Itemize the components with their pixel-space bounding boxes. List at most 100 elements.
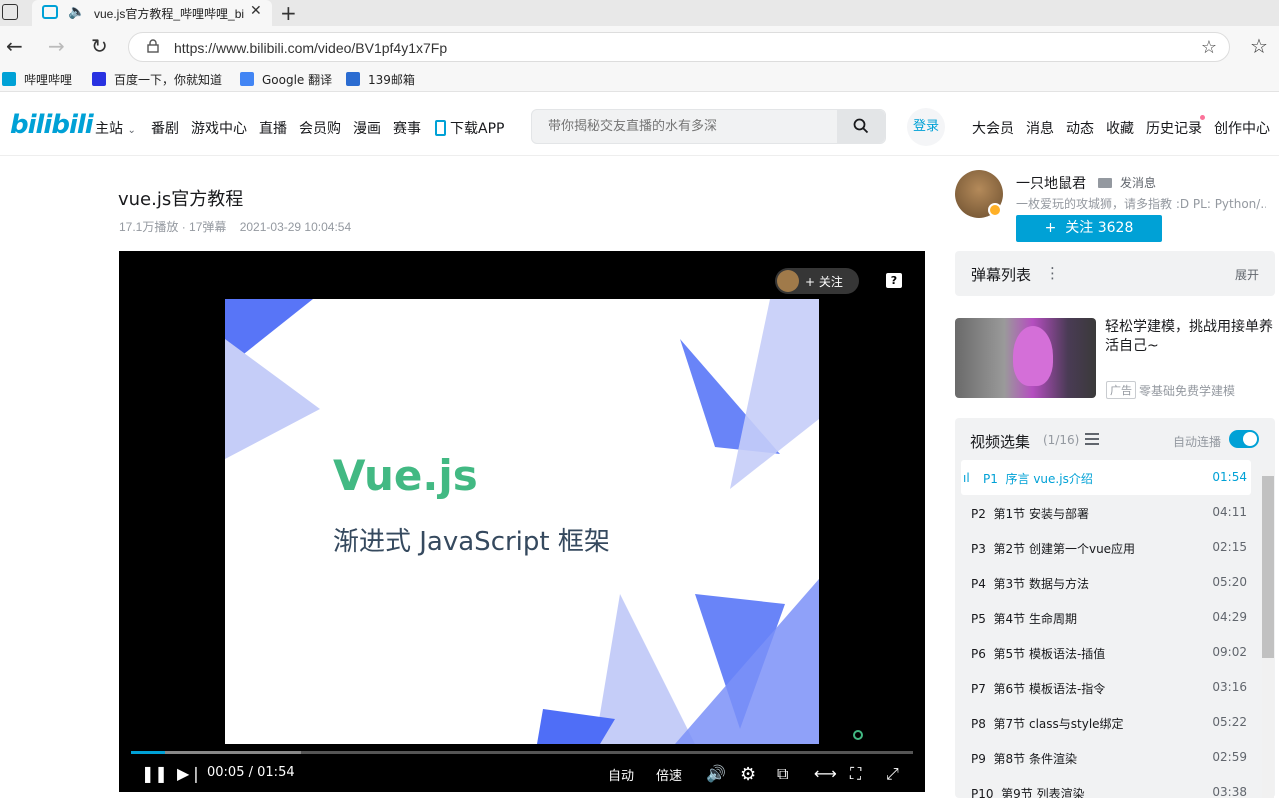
episode-label: P4 第3节 数据与方法 — [971, 577, 1089, 591]
ad-thumbnail[interactable] — [955, 318, 1096, 398]
video-title: vue.js官方教程 — [118, 189, 244, 210]
episode-item[interactable]: P4 第3节 数据与方法 05:20 — [961, 565, 1251, 600]
bookmark-bilibili[interactable]: 哔哩哔哩 — [2, 71, 72, 88]
new-tab-icon[interactable]: + — [280, 1, 297, 25]
episode-scrollbar-thumb[interactable] — [1262, 476, 1274, 658]
episode-item[interactable]: P8 第7节 class与style绑定 05:22 — [961, 705, 1251, 740]
speaker-icon[interactable]: 🔈 — [68, 4, 85, 20]
back-arrow-icon[interactable]: ← — [6, 35, 23, 57]
danmaku-panel[interactable]: 弹幕列表 ⋮ 展开 — [955, 251, 1275, 296]
more-options-icon[interactable]: ⋮ — [1045, 264, 1060, 282]
nav-vip[interactable]: 大会员 — [972, 118, 1014, 138]
nav-live[interactable]: 直播 — [259, 118, 287, 138]
video-player[interactable]: Vue.js 渐进式 JavaScript 框架 + 关注 ? ❚❚ ▶❘ 00… — [119, 251, 925, 792]
refresh-icon[interactable]: ↻ — [91, 35, 108, 57]
login-avatar-button[interactable]: 登录 — [907, 108, 945, 146]
bookmarks-bar: 哔哩哔哩 百度一下，你就知道 Google 翻译 139邮箱 — [0, 68, 1279, 92]
widescreen-icon[interactable]: ⟷ — [814, 764, 837, 783]
progress-played — [131, 751, 166, 754]
nav-messages[interactable]: 消息 — [1026, 118, 1054, 138]
speed-button[interactable]: 倍速 — [656, 765, 682, 784]
browser-tab[interactable]: 🔈 vue.js官方教程_哔哩哔哩_bilibili ✕ — [32, 0, 272, 26]
nav-dynamics[interactable]: 动态 — [1066, 118, 1094, 138]
nav-history[interactable]: 历史记录 — [1146, 118, 1202, 138]
ad-figure — [1013, 326, 1053, 386]
episode-label: P2 第1节 安装与部署 — [971, 507, 1089, 521]
episode-duration: 05:20 — [1212, 575, 1247, 589]
fullscreen-icon[interactable]: ⤢ — [886, 764, 899, 784]
bilibili-icon — [2, 72, 16, 86]
ad-title[interactable]: 轻松学建模，挑战用接单养活自己~ — [1105, 318, 1277, 356]
nav-download-app[interactable]: 下载APP — [435, 118, 504, 138]
episode-item[interactable]: P6 第5节 模板语法-插值 09:02 — [961, 635, 1251, 670]
nav-mall[interactable]: 会员购 — [299, 118, 341, 138]
phone-icon — [435, 120, 446, 136]
next-icon[interactable]: ▶❘ — [177, 764, 203, 783]
add-favorite-icon[interactable]: ☆ — [1201, 37, 1217, 58]
tab-title: vue.js官方教程_哔哩哔哩_bilibili — [94, 7, 244, 21]
help-icon[interactable]: ? — [886, 273, 902, 288]
tab-actions-icon[interactable] — [2, 4, 18, 20]
autoplay-toggle[interactable] — [1229, 430, 1259, 448]
favorites-icon[interactable]: ☆ — [1250, 34, 1268, 58]
nav-main-site[interactable]: 主站 ⌄ — [95, 118, 136, 138]
uploader-description: 一枚爱玩的攻城狮，请多指教 :D PL: Python/... — [1016, 197, 1266, 211]
expand-button[interactable]: 展开 — [1235, 266, 1259, 283]
site-header: bilibili 主站 ⌄ 番剧 游戏中心 直播 会员购 漫画 赛事 下载APP… — [0, 98, 1279, 156]
video-frame: Vue.js 渐进式 JavaScript 框架 — [225, 299, 819, 744]
settings-gear-icon[interactable]: ⚙ — [740, 764, 756, 785]
nav-manga[interactable]: 漫画 — [353, 118, 381, 138]
follow-button[interactable]: + 关注 3628 — [1016, 215, 1162, 242]
bookmark-139-mail[interactable]: 139邮箱 — [346, 71, 415, 88]
uploader-avatar-small — [777, 270, 799, 292]
bookmark-baidu[interactable]: 百度一下，你就知道 — [92, 71, 222, 88]
close-icon[interactable]: ✕ — [250, 3, 262, 19]
nav-favorites[interactable]: 收藏 — [1106, 118, 1134, 138]
episode-item[interactable]: P10 第9节 列表渲染 03:38 — [961, 775, 1251, 798]
pause-icon[interactable]: ❚❚ — [141, 764, 168, 783]
verified-badge-icon — [988, 203, 1002, 217]
video-meta: 17.1万播放 · 17弹幕 2021-03-29 10:04:54 — [119, 220, 352, 234]
nav-creator-center[interactable]: 创作中心 — [1214, 118, 1270, 138]
episode-item[interactable]: P9 第8节 条件渲染 02:59 — [961, 740, 1251, 775]
episode-duration: 02:59 — [1212, 750, 1247, 764]
google-translate-icon — [240, 72, 254, 86]
address-bar[interactable]: https://www.bilibili.com/video/BV1pf4y1x… — [128, 32, 1230, 62]
search-button[interactable] — [837, 110, 885, 143]
quality-button[interactable]: 自动 — [608, 765, 634, 784]
nav-esports[interactable]: 赛事 — [393, 118, 421, 138]
picture-in-picture-icon[interactable]: ⧉ — [777, 764, 788, 784]
slide-heading: Vue.js — [333, 451, 478, 500]
lock-icon — [147, 39, 159, 53]
player-follow-button[interactable]: + 关注 — [775, 268, 859, 294]
episode-item[interactable]: P2 第1节 安装与部署 04:11 — [961, 495, 1251, 530]
episode-duration: 02:15 — [1212, 540, 1247, 554]
episode-label: P8 第7节 class与style绑定 — [971, 717, 1124, 731]
list-view-icon[interactable] — [1085, 433, 1099, 445]
web-fullscreen-icon[interactable]: ⛶ — [850, 764, 861, 784]
forward-arrow-icon[interactable]: → — [48, 35, 65, 57]
episode-label: P7 第6节 模板语法-指令 — [971, 682, 1106, 696]
episode-item[interactable]: P3 第2节 创建第一个vue应用 02:15 — [961, 530, 1251, 565]
episode-duration: 03:16 — [1212, 680, 1247, 694]
nav-game-center[interactable]: 游戏中心 — [191, 118, 247, 138]
search-icon — [853, 118, 869, 134]
bookmark-google-translate[interactable]: Google 翻译 — [240, 71, 332, 88]
bilibili-logo[interactable]: bilibili — [10, 110, 94, 140]
send-message-link[interactable]: 发消息 — [1098, 174, 1156, 191]
episode-duration: 04:29 — [1212, 610, 1247, 624]
episode-item[interactable]: P7 第6节 模板语法-指令 03:16 — [961, 670, 1251, 705]
chevron-down-icon: ⌄ — [127, 125, 136, 136]
ad-source[interactable]: 零基础免费学建模 — [1139, 382, 1235, 399]
search-input[interactable] — [548, 119, 828, 134]
player-loading-icon — [853, 730, 863, 740]
episode-item[interactable]: P5 第4节 生命周期 04:29 — [961, 600, 1251, 635]
progress-bar[interactable] — [131, 751, 913, 754]
mail-139-icon — [346, 72, 360, 86]
bilibili-favicon-icon — [42, 5, 58, 19]
volume-icon[interactable]: 🔊 — [706, 764, 726, 783]
url-text: https://www.bilibili.com/video/BV1pf4y1x… — [174, 40, 448, 56]
uploader-name[interactable]: 一只地鼠君 — [1016, 173, 1086, 193]
episode-item[interactable]: ıl P1 序言 vue.js介绍 01:54 — [961, 460, 1251, 495]
nav-anime[interactable]: 番剧 — [151, 118, 179, 138]
